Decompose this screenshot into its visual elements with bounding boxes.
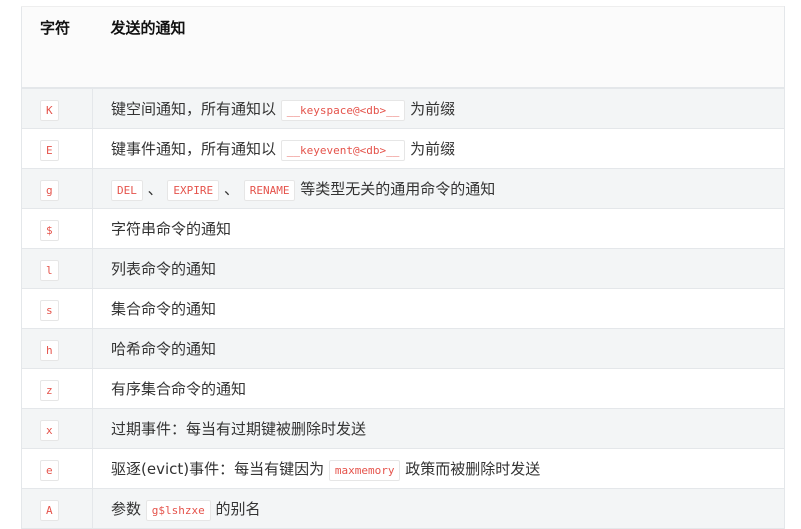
table-row: s 集合命令的通知 (21, 288, 785, 329)
description-text: 、 (142, 180, 168, 198)
description-cell: 过期事件：每当有过期键被删除时发送 (92, 408, 785, 449)
header-notification: 发送的通知 (92, 6, 785, 89)
inline-code: g$lshzxe (145, 500, 211, 521)
char-cell: $ (21, 208, 93, 249)
char-code: A (40, 499, 59, 521)
description-text: 键空间通知，所有通知以 (111, 100, 281, 118)
char-code: l (40, 259, 59, 281)
description-text: 、 (219, 180, 244, 198)
description-cell: DEL 、 EXPIRE 、 RENAME 等类型无关的通用命令的通知 (92, 168, 785, 209)
header-char: 字符 (21, 6, 93, 89)
inline-code: RENAME (243, 180, 296, 201)
notification-table: 字符 发送的通知 K 键空间通知，所有通知以 __keyspace@<db>__ … (21, 6, 785, 529)
char-cell: K (21, 88, 93, 129)
inline-code: __keyevent@<db>__ (280, 140, 406, 161)
char-code: z (40, 379, 59, 401)
description-cell: 键空间通知，所有通知以 __keyspace@<db>__ 为前缀 (92, 88, 785, 129)
description-text: 的别名 (210, 500, 261, 518)
description-cell: 键事件通知，所有通知以 __keyevent@<db>__ 为前缀 (92, 128, 785, 169)
char-cell: h (21, 328, 93, 369)
char-code: E (40, 139, 59, 161)
char-code: g (40, 179, 59, 201)
description-cell: 列表命令的通知 (92, 248, 785, 289)
char-code: K (40, 99, 59, 121)
description-text: 等类型无关的通用命令的通知 (295, 180, 496, 198)
char-code: e (40, 459, 59, 481)
description-cell: 哈希命令的通知 (92, 328, 785, 369)
description-text: 政策而被删除时发送 (400, 460, 541, 478)
description-text: 键事件通知，所有通知以 (111, 140, 281, 158)
table-row: g DEL 、 EXPIRE 、 RENAME 等类型无关的通用命令的通知 (21, 168, 785, 209)
char-code: x (40, 419, 59, 441)
table-header: 字符 发送的通知 (21, 6, 785, 89)
char-cell: s (21, 288, 93, 329)
inline-code: maxmemory (328, 460, 401, 481)
description-text: 为前缀 (405, 140, 456, 158)
char-code: h (40, 339, 59, 361)
table-row: $ 字符串命令的通知 (21, 208, 785, 249)
description-text: 驱逐(evict)事件：每当有键因为 (111, 460, 329, 478)
table-row: h 哈希命令的通知 (21, 328, 785, 369)
description-cell: 驱逐(evict)事件：每当有键因为 maxmemory 政策而被删除时发送 (92, 448, 785, 489)
char-code: s (40, 299, 59, 321)
description-text: 为前缀 (405, 100, 456, 118)
inline-code: __keyspace@<db>__ (280, 100, 406, 121)
char-cell: l (21, 248, 93, 289)
description-text: 有序集合命令的通知 (111, 380, 247, 398)
inline-code: EXPIRE (167, 180, 220, 201)
char-cell: x (21, 408, 93, 449)
inline-code: DEL (111, 180, 143, 201)
table-row: z 有序集合命令的通知 (21, 368, 785, 409)
description-cell: 集合命令的通知 (92, 288, 785, 329)
char-code: $ (40, 219, 59, 241)
table-row: K 键空间通知，所有通知以 __keyspace@<db>__ 为前缀 (21, 88, 785, 129)
description-text: 集合命令的通知 (111, 300, 217, 318)
char-cell: z (21, 368, 93, 409)
table-row: e 驱逐(evict)事件：每当有键因为 maxmemory 政策而被删除时发送 (21, 448, 785, 489)
char-cell: E (21, 128, 93, 169)
description-cell: 有序集合命令的通知 (92, 368, 785, 409)
table-row: x 过期事件：每当有过期键被删除时发送 (21, 408, 785, 449)
description-text: 哈希命令的通知 (111, 340, 217, 358)
description-text: 字符串命令的通知 (111, 220, 232, 238)
description-text: 参数 (111, 500, 146, 518)
description-text: 列表命令的通知 (111, 260, 217, 278)
description-cell: 字符串命令的通知 (92, 208, 785, 249)
char-cell: e (21, 448, 93, 489)
table-row: l 列表命令的通知 (21, 248, 785, 289)
table-row: E 键事件通知，所有通知以 __keyevent@<db>__ 为前缀 (21, 128, 785, 169)
description-text: 过期事件：每当有过期键被删除时发送 (111, 420, 367, 438)
char-cell: g (21, 168, 93, 209)
